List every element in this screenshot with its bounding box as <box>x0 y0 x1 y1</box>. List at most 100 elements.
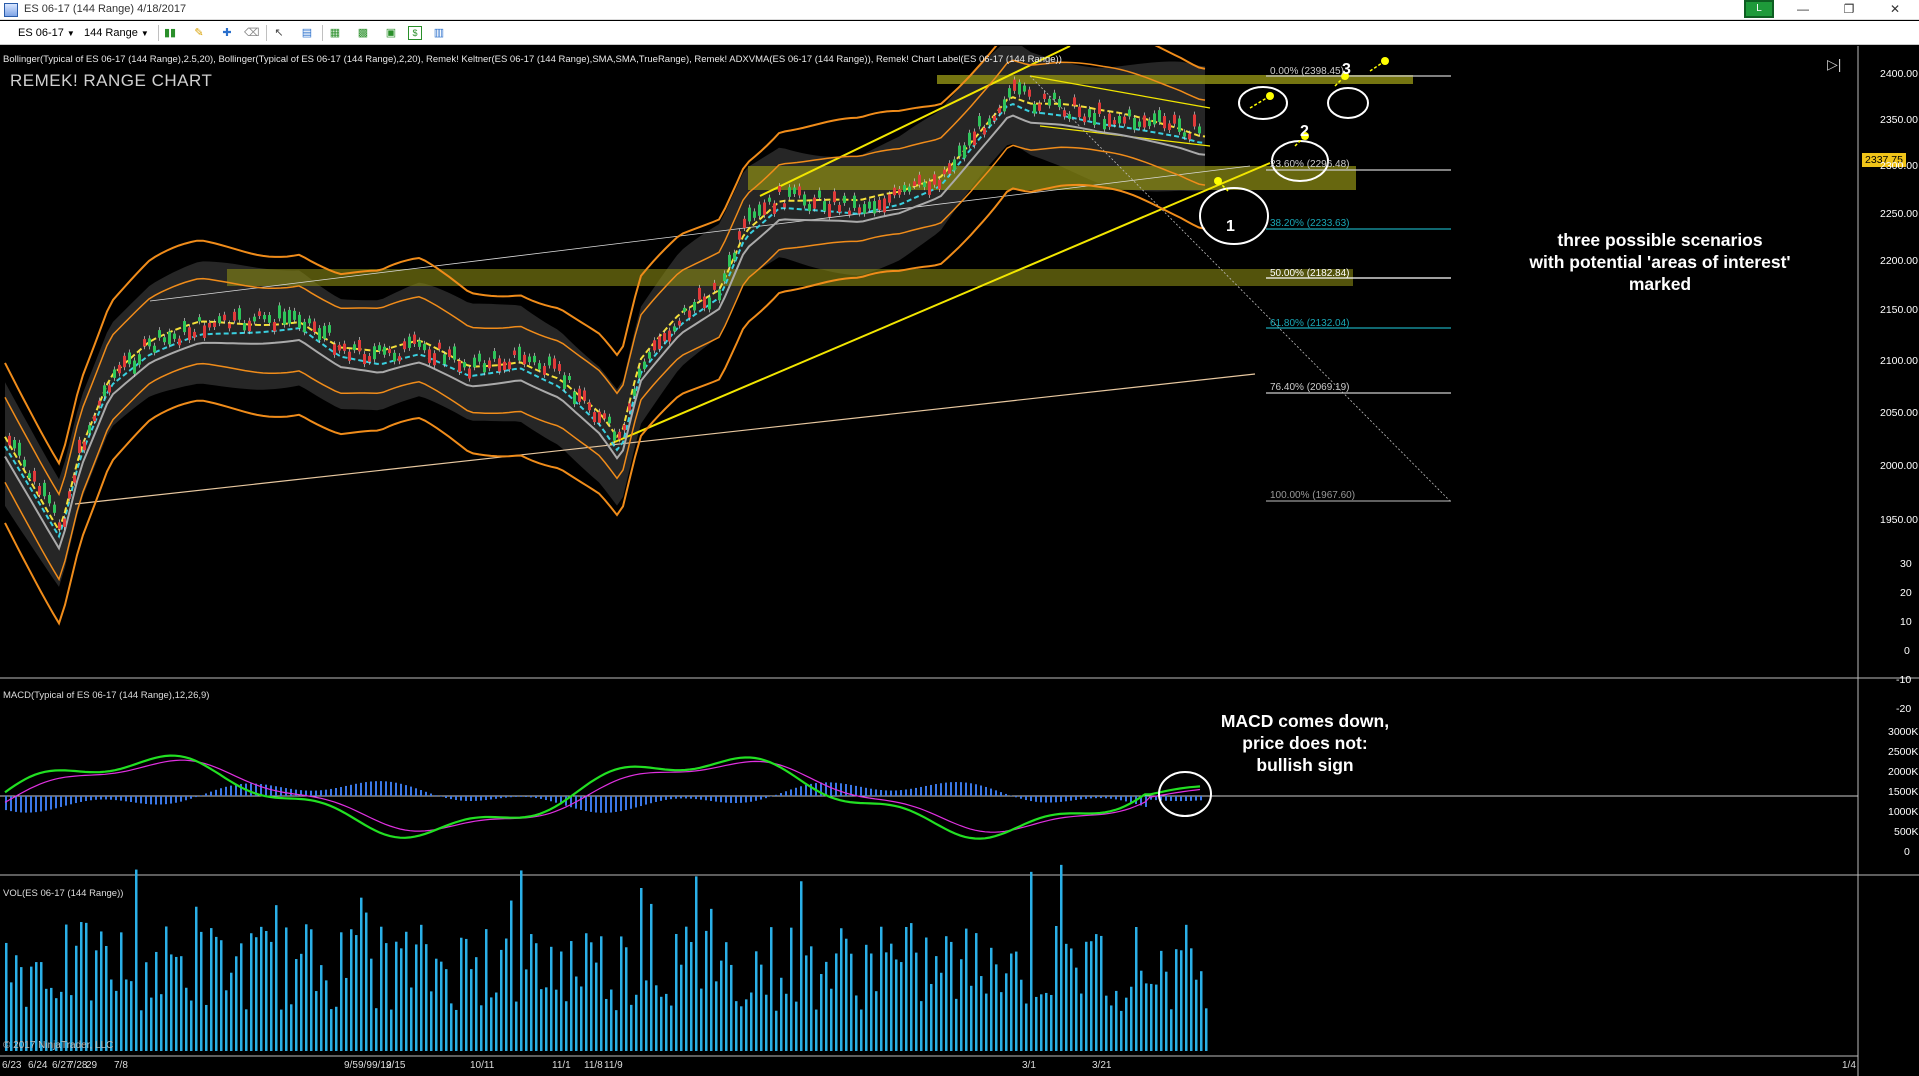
candle-body <box>143 339 146 347</box>
macd-histogram-bar <box>445 796 447 799</box>
candle-body <box>83 441 86 451</box>
candle-body <box>483 363 486 373</box>
volume-bar <box>965 928 968 1051</box>
pointer-icon[interactable]: ↖ <box>272 26 286 40</box>
restore-button[interactable]: ❐ <box>1826 0 1872 20</box>
candle-body <box>403 341 406 350</box>
candle-body <box>753 211 756 218</box>
macd-histogram-bar <box>270 785 272 796</box>
macd-histogram-bar <box>1020 796 1022 799</box>
strategies-icon[interactable]: ▩ <box>356 26 370 40</box>
dashboard-icon[interactable]: ▥ <box>432 26 446 40</box>
volume-bar <box>450 1003 453 1051</box>
candle-body <box>1118 115 1121 124</box>
candle-body <box>668 330 671 342</box>
macd-histogram-bar <box>230 785 232 796</box>
close-button[interactable]: ✕ <box>1872 0 1918 20</box>
bar-style-icon[interactable]: ▮▮ <box>163 26 177 40</box>
macd-histogram-bar <box>60 796 62 807</box>
macd-histogram-bar <box>410 786 412 796</box>
scroll-to-end-icon[interactable]: ▷| <box>1827 56 1851 76</box>
volume-bar <box>1090 941 1093 1051</box>
volume-bar <box>850 953 853 1051</box>
volume-bar <box>970 985 973 1051</box>
volume-bar <box>340 932 343 1051</box>
candle-body <box>1098 102 1101 114</box>
candle-body <box>563 375 566 389</box>
macd-histogram-bar <box>330 788 332 796</box>
volume-bar <box>520 870 523 1051</box>
macd-histogram-bar <box>975 784 977 796</box>
minimize-button[interactable]: — <box>1780 0 1826 20</box>
properties-icon[interactable]: ▣ <box>384 26 398 40</box>
crosshair-icon[interactable]: ✚ <box>220 26 234 40</box>
volume-bar <box>370 958 373 1051</box>
macd-histogram-bar <box>545 796 547 801</box>
chart-panel[interactable]: Bollinger(Typical of ES 06-17 (144 Range… <box>0 46 1919 1076</box>
candle-body <box>723 273 726 282</box>
instrument-dropdown[interactable]: ES 06-17 ▼ <box>18 25 75 41</box>
volume-bar <box>295 959 298 1051</box>
macd-histogram-bar <box>535 796 537 799</box>
macd-histogram-bar <box>1050 796 1052 803</box>
volume-bar <box>595 962 598 1051</box>
volume-bar <box>210 928 213 1051</box>
candle-body <box>408 336 411 348</box>
volume-bar <box>725 942 728 1051</box>
macd-histogram-bar <box>955 782 957 796</box>
fib-level-label: 76.40% (2069.19) <box>1270 382 1350 393</box>
indicators-icon[interactable]: ▦ <box>328 26 342 40</box>
macd-histogram-bar <box>320 790 322 796</box>
candle-body <box>268 315 271 323</box>
candle-body <box>388 348 391 354</box>
candle-body <box>588 402 591 411</box>
toolbar-divider <box>266 25 267 41</box>
volume-bar <box>40 962 43 1051</box>
macd-histogram-bar <box>425 791 427 796</box>
annotation-line: with potential 'areas of interest' <box>1529 252 1791 272</box>
volume-bar <box>1080 993 1083 1051</box>
date-axis-tick: 1/4 <box>1842 1060 1856 1071</box>
price-marker-icon[interactable]: $ <box>408 26 422 40</box>
candle-body <box>548 356 551 366</box>
scenarios-annotation: three possible scenarios with potential … <box>1490 229 1830 295</box>
eraser-icon[interactable]: ⌫ <box>244 26 260 40</box>
volume-bar <box>535 943 538 1051</box>
volume-bar <box>1025 1003 1028 1051</box>
volume-bar <box>1010 953 1013 1051</box>
candle-body <box>48 494 51 504</box>
candle-body <box>888 194 891 203</box>
drawing-pencil-icon[interactable]: ✎ <box>192 26 206 40</box>
macd-histogram-bar <box>765 796 767 799</box>
macd-histogram-bar <box>200 795 202 796</box>
macd-histogram-bar <box>695 796 697 800</box>
volume-bar <box>30 966 33 1051</box>
macd-histogram-bar <box>1065 796 1067 802</box>
candle-body <box>8 435 11 446</box>
candle-body <box>838 204 841 213</box>
connection-status-badge[interactable]: L <box>1744 0 1774 18</box>
volume-bar <box>565 1001 568 1051</box>
volume-bar <box>805 955 808 1051</box>
interval-dropdown[interactable]: 144 Range ▼ <box>84 25 149 41</box>
candle-body <box>363 354 366 365</box>
chart-canvas[interactable] <box>0 46 1919 1076</box>
macd-histogram-bar <box>590 796 592 812</box>
candle-body <box>1068 114 1071 119</box>
macd-histogram-bar <box>760 796 762 800</box>
macd-histogram-bar <box>105 796 107 800</box>
volume-bar <box>875 991 878 1051</box>
candle-body <box>1143 115 1146 128</box>
candle-body <box>103 385 106 397</box>
volume-bar <box>870 953 873 1051</box>
chart-toolbar: ES 06-17 ▼ 144 Range ▼ ▮▮ ✎ ✚ ⌫ ↖ ▤ ▦ ▩ ▣ … <box>0 21 1919 45</box>
volume-bar <box>385 943 388 1051</box>
volume-bar <box>215 936 218 1051</box>
volume-bar <box>865 944 868 1051</box>
candle-body <box>1168 123 1171 130</box>
macd-histogram-bar <box>195 796 197 798</box>
macd-histogram-bar <box>1075 796 1077 801</box>
candle-body <box>1178 118 1181 132</box>
data-box-icon[interactable]: ▤ <box>300 26 314 40</box>
candle-body <box>343 343 346 351</box>
